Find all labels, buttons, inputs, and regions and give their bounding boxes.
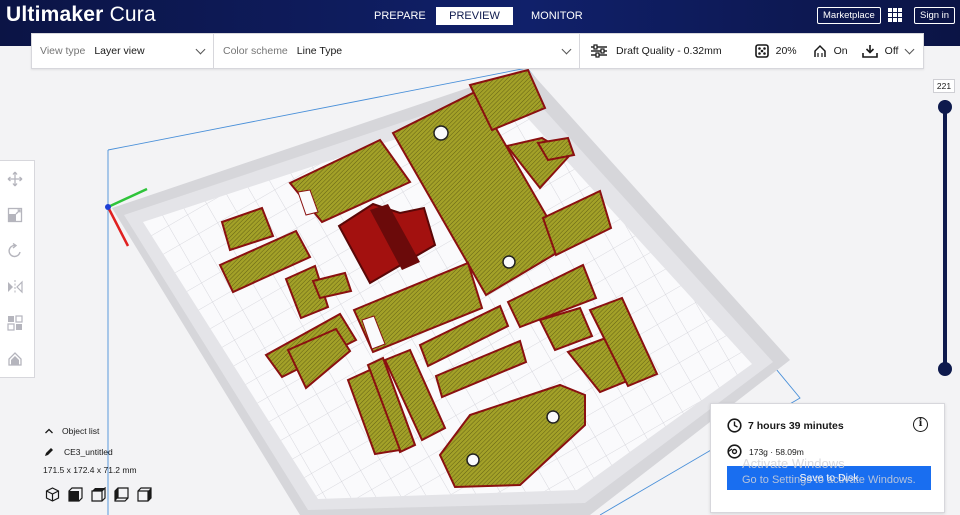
object-list-title: Object list	[62, 426, 100, 436]
view-type-label: View type	[40, 45, 86, 57]
top-view-icon[interactable]	[91, 487, 106, 502]
layer-number-field[interactable]: 221	[933, 79, 955, 93]
infill-icon	[754, 44, 769, 58]
adhesion-icon	[861, 44, 878, 58]
support-value: On	[833, 45, 848, 57]
scale-icon[interactable]	[7, 207, 23, 223]
print-time-row: 7 hours 39 minutes	[727, 418, 844, 433]
z-axis-origin	[105, 204, 111, 210]
quality-value: Draft Quality - 0.32mm	[616, 45, 722, 57]
layer-slider-track[interactable]	[943, 100, 947, 370]
mirror-icon[interactable]	[7, 279, 23, 295]
view-type-value: Layer view	[94, 45, 145, 57]
brand-thin: Cura	[109, 3, 156, 26]
color-scheme-dropdown[interactable]: Color scheme Line Type	[223, 34, 573, 68]
save-to-disk-button[interactable]: Save to Disk	[727, 466, 931, 490]
infill-value: 20%	[775, 45, 797, 57]
spool-icon	[727, 444, 742, 459]
layer-slider-upper-handle[interactable]	[938, 100, 952, 114]
material-usage-row: 173g · 58.09m	[727, 444, 804, 459]
print-time: 7 hours 39 minutes	[748, 419, 844, 432]
info-icon[interactable]: i	[913, 417, 928, 432]
object-dimensions: 171.5 x 172.4 x 71.2 mm	[43, 465, 137, 475]
chevron-up-icon	[45, 428, 53, 434]
object-name: CE3_untitled	[64, 447, 113, 457]
print-information-panel: 7 hours 39 minutes i 173g · 58.09m Save …	[710, 403, 945, 513]
tool-panel	[0, 160, 35, 378]
brand-bold: Ultimaker	[6, 3, 104, 26]
tab-prepare[interactable]: PREPARE	[362, 7, 426, 25]
print-settings-dropdown[interactable]: Draft Quality - 0.32mm 20% On Off	[590, 34, 915, 68]
per-model-settings-icon[interactable]	[7, 315, 23, 331]
camera-view-buttons	[45, 487, 152, 502]
tab-preview[interactable]: PREVIEW	[436, 7, 513, 25]
pencil-icon	[45, 448, 53, 456]
support-blocker-icon[interactable]	[7, 351, 23, 367]
material-usage: 173g · 58.09m	[749, 446, 804, 457]
support-icon	[812, 44, 828, 58]
object-list-toggle[interactable]: Object list	[44, 426, 99, 436]
stage-tabs: PREPARE PREVIEW MONITOR	[362, 7, 591, 25]
view-type-dropdown[interactable]: View type Layer view	[40, 34, 212, 68]
color-scheme-value: Line Type	[296, 45, 343, 57]
front-view-icon[interactable]	[68, 487, 83, 502]
app-logo: Ultimaker Cura	[6, 3, 156, 27]
marketplace-button[interactable]: Marketplace	[817, 7, 881, 24]
adhesion-value: Off	[884, 45, 899, 57]
grid-icon[interactable]	[888, 8, 902, 22]
clock-icon	[727, 418, 742, 433]
color-scheme-label: Color scheme	[223, 45, 288, 57]
layer-slider-lower-handle[interactable]	[938, 362, 952, 376]
sliders-icon	[590, 44, 608, 58]
object-name-row[interactable]: CE3_untitled	[44, 447, 113, 457]
rotate-icon[interactable]	[7, 242, 23, 259]
view-settings-bar: View type Layer view Color scheme Line T…	[31, 33, 924, 69]
right-view-icon[interactable]	[137, 487, 152, 502]
left-view-icon[interactable]	[114, 487, 129, 502]
3d-view-icon[interactable]	[45, 487, 60, 502]
move-icon[interactable]	[7, 171, 23, 187]
tab-monitor[interactable]: MONITOR	[519, 7, 591, 25]
sign-in-button[interactable]: Sign in	[914, 7, 956, 24]
